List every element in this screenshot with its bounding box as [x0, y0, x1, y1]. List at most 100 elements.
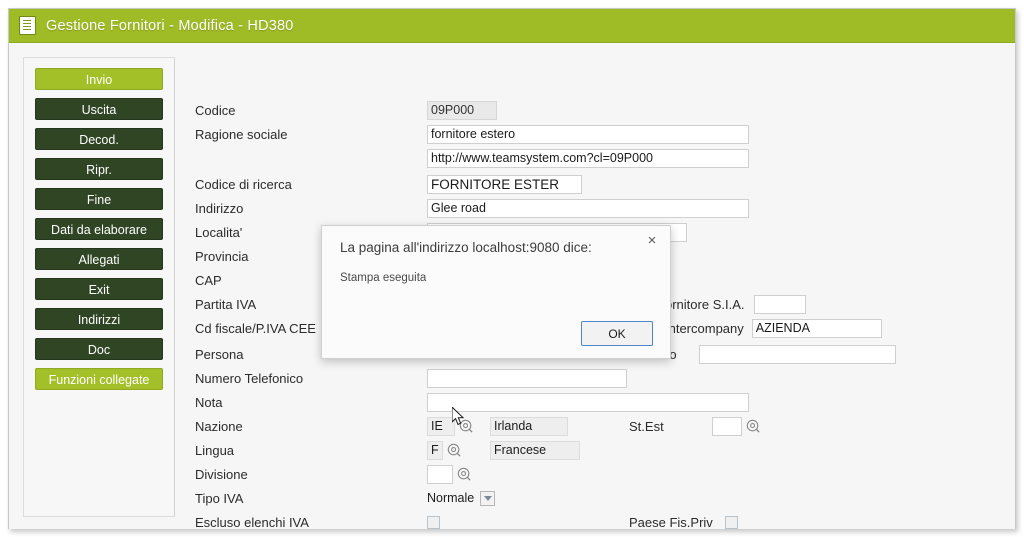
label-intercompany: Intercompany [665, 320, 744, 336]
field-nazione-wrap: IE Irlanda [427, 415, 568, 437]
field-row-indirizzo: Indirizzo [195, 197, 243, 219]
field-divisione-wrap [427, 463, 472, 485]
ok-button[interactable]: OK [581, 321, 653, 346]
sidebar-item-invio[interactable]: Invio [35, 68, 163, 90]
escluso-elenchi-iva-checkbox[interactable] [427, 515, 440, 529]
sito-web-input[interactable]: http://www.teamsystem.com?cl=09P000 [427, 148, 749, 168]
field-row-localita: Localita' [195, 221, 242, 243]
field-numero-telefonico-wrap [427, 367, 627, 389]
dialog-message: Stampa eseguita [340, 272, 427, 284]
label-cd-fiscale: Cd fiscale/P.IVA CEE [195, 320, 316, 336]
label-st-est: St.Est [629, 418, 664, 434]
dialog-heading: La pagina all'indirizzo localhost:9080 d… [340, 240, 592, 255]
document-list-icon [19, 16, 36, 35]
field-sito-web-wrap: http://www.teamsystem.com?cl=09P000 [427, 147, 749, 169]
label-divisione: Divisione [195, 466, 248, 482]
field-altro-wrap: ro [665, 343, 896, 365]
tipo-iva-select[interactable]: Normale [427, 489, 496, 508]
label-indirizzo: Indirizzo [195, 200, 244, 216]
altro-input[interactable] [698, 344, 896, 364]
field-paese-fis-priv-wrap: Paese Fis.Priv [629, 511, 738, 529]
sidebar-item-decod[interactable]: Decod. [35, 128, 163, 150]
sidebar-item-dati-da-elaborare[interactable]: Dati da elaborare [35, 218, 163, 240]
alert-dialog: × La pagina all'indirizzo localhost:9080… [321, 225, 671, 359]
sidebar-item-fine[interactable]: Fine [35, 188, 163, 210]
sidebar-item-uscita[interactable]: Uscita [35, 98, 163, 120]
numero-telefonico-input[interactable] [427, 368, 627, 388]
label-codice-ricerca: Codice di ricerca [195, 176, 292, 192]
field-row-nazione: Nazione [195, 415, 243, 437]
field-row-divisione: Divisione [195, 463, 248, 485]
field-escluso-elenchi-iva-wrap [427, 511, 440, 529]
sidebar-item-exit[interactable]: Exit [35, 278, 163, 300]
sidebar-item-doc[interactable]: Doc [35, 338, 163, 360]
label-nota: Nota [195, 394, 223, 410]
divisione-code-input[interactable] [427, 464, 453, 484]
sidebar-item-indirizzi[interactable]: Indirizzi [35, 308, 163, 330]
intercompany-input[interactable]: AZIENDA [751, 318, 882, 338]
field-codice-ricerca-wrap: FORNITORE ESTER [427, 173, 582, 195]
field-indirizzo-wrap: Glee road [427, 197, 749, 219]
tipo-iva-value: Normale [427, 491, 475, 505]
nazione-desc-input[interactable]: Irlanda [490, 416, 568, 436]
field-row-cd-fiscale: Cd fiscale/P.IVA CEE [195, 317, 316, 339]
field-row-escluso-elenchi-iva: Escluso elenchi IVA [195, 511, 309, 530]
chevron-down-icon[interactable] [480, 490, 496, 506]
field-row-persona: Persona [195, 343, 243, 365]
sidebar-item-ripr[interactable]: Ripr. [35, 158, 163, 180]
field-row-ragione-sociale: Ragione sociale [195, 123, 288, 145]
fornitore-sia-input[interactable] [754, 294, 807, 314]
field-row-codice: Codice [195, 99, 235, 121]
label-fornitore-sia: ornitore S.I.A. [665, 296, 745, 312]
search-icon-nazione[interactable] [459, 419, 474, 434]
label-numero-telefonico: Numero Telefonico [195, 370, 304, 386]
field-row-cap: CAP [195, 269, 222, 291]
search-icon-lingua[interactable] [447, 443, 462, 458]
label-persona: Persona [195, 346, 244, 362]
sidebar-item-funzioni-collegate[interactable]: Funzioni collegate [35, 368, 163, 390]
lingua-code-input[interactable]: F [427, 440, 443, 460]
field-nota-wrap [427, 391, 749, 413]
field-codice-wrap: 09P000 [427, 99, 497, 121]
label-escluso-elenchi-iva: Escluso elenchi IVA [195, 514, 309, 530]
label-provincia: Provincia [195, 248, 249, 264]
label-localita: Localita' [195, 224, 243, 240]
search-icon-st-est[interactable] [746, 419, 761, 434]
sidebar: Invio Uscita Decod. Ripr. Fine Dati da e… [23, 57, 175, 517]
nota-input[interactable] [427, 392, 749, 412]
label-ragione-sociale: Ragione sociale [195, 126, 288, 142]
st-est-input[interactable] [711, 416, 742, 436]
label-paese-fis-priv: Paese Fis.Priv [629, 514, 713, 530]
field-row-codice-ricerca: Codice di ricerca [195, 173, 292, 195]
field-fornitore-sia-wrap: ornitore S.I.A. [665, 293, 807, 315]
field-row-partita-iva: Partita IVA [195, 293, 256, 315]
nazione-code-input[interactable]: IE [427, 416, 455, 436]
window-title-bar: Gestione Fornitori - Modifica - HD380 [9, 9, 1015, 43]
lingua-desc-input[interactable]: Francese [490, 440, 580, 460]
field-intercompany-wrap: Intercompany AZIENDA [665, 317, 882, 339]
page-title: Gestione Fornitori - Modifica - HD380 [46, 17, 294, 34]
indirizzo-input[interactable]: Glee road [427, 198, 749, 218]
paese-fis-priv-checkbox[interactable] [724, 515, 738, 529]
field-lingua-wrap: F Francese [427, 439, 580, 461]
label-codice: Codice [195, 102, 236, 118]
field-row-tipo-iva: Tipo IVA [195, 487, 243, 509]
label-cap: CAP [195, 272, 222, 288]
application-window: Gestione Fornitori - Modifica - HD380 In… [8, 8, 1016, 529]
field-row-nota: Nota [195, 391, 222, 413]
field-st-est-wrap: St.Est [629, 415, 761, 437]
label-partita-iva: Partita IVA [195, 296, 257, 312]
field-tipo-iva-wrap: Normale [427, 487, 496, 509]
label-tipo-iva: Tipo IVA [195, 490, 244, 506]
sidebar-item-allegati[interactable]: Allegati [35, 248, 163, 270]
field-ragione-sociale-wrap: fornitore estero [427, 123, 749, 145]
label-nazione: Nazione [195, 418, 243, 434]
label-lingua: Lingua [195, 442, 235, 458]
codice-ricerca-input[interactable]: FORNITORE ESTER [427, 174, 582, 194]
field-row-provincia: Provincia [195, 245, 248, 267]
field-row-numero-telefonico: Numero Telefonico [195, 367, 303, 389]
search-icon-divisione[interactable] [457, 467, 472, 482]
close-icon[interactable]: × [643, 232, 661, 250]
ragione-sociale-input[interactable]: fornitore estero [427, 124, 749, 144]
codice-input[interactable]: 09P000 [427, 100, 497, 120]
